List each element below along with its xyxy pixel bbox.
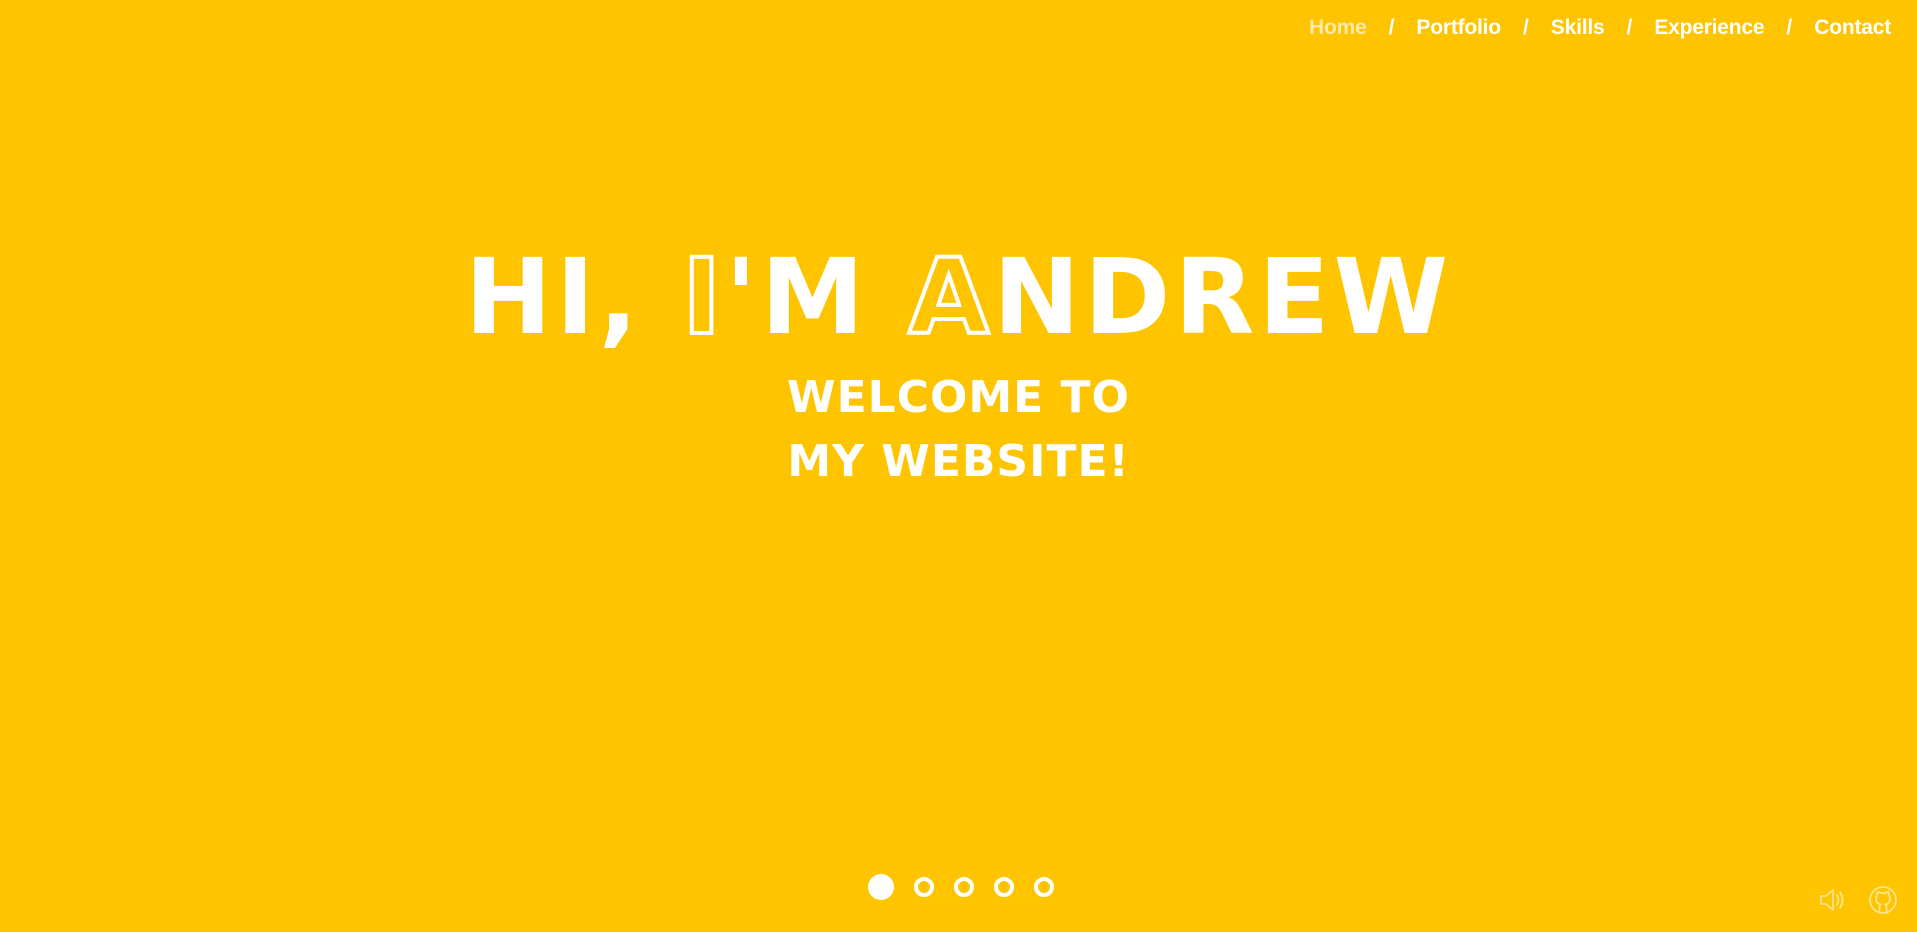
- hero-section: HI, I'M ANDREW WELCOME TO MY WEBSITE!: [0, 232, 1917, 494]
- github-icon[interactable]: [1867, 884, 1899, 916]
- nav-home[interactable]: Home: [1309, 16, 1367, 40]
- nav-separator: /: [1522, 16, 1529, 39]
- main-nav: Home / Portfolio / Skills / Experience /…: [1309, 16, 1891, 40]
- nav-portfolio[interactable]: Portfolio: [1416, 16, 1501, 40]
- slide-dot[interactable]: [867, 874, 894, 900]
- slide-dot[interactable]: [1033, 877, 1054, 897]
- nav-separator: /: [1626, 16, 1633, 39]
- slide-pagination: [4, 874, 1917, 900]
- hero-title-name: NDREW: [992, 236, 1453, 358]
- slide-dot[interactable]: [993, 877, 1014, 897]
- corner-controls: [1817, 884, 1899, 916]
- nav-separator: /: [1388, 16, 1395, 39]
- slide-dot[interactable]: [953, 877, 974, 897]
- hero-title-greeting: HI,: [464, 236, 683, 358]
- hero-title-apostrophe-m: 'M: [724, 236, 909, 358]
- hero-subtitle: WELCOME TO MY WEBSITE!: [787, 372, 1130, 487]
- slide-dot[interactable]: [913, 877, 934, 897]
- hero-title-i: I: [680, 234, 725, 360]
- nav-experience[interactable]: Experience: [1654, 16, 1764, 40]
- nav-contact[interactable]: Contact: [1814, 16, 1891, 40]
- speaker-icon[interactable]: [1817, 884, 1849, 916]
- hero-title: HI, I'M ANDREW: [0, 232, 1917, 362]
- nav-skills[interactable]: Skills: [1551, 16, 1605, 40]
- nav-separator: /: [1786, 16, 1793, 39]
- hero-title-a: A: [906, 234, 993, 360]
